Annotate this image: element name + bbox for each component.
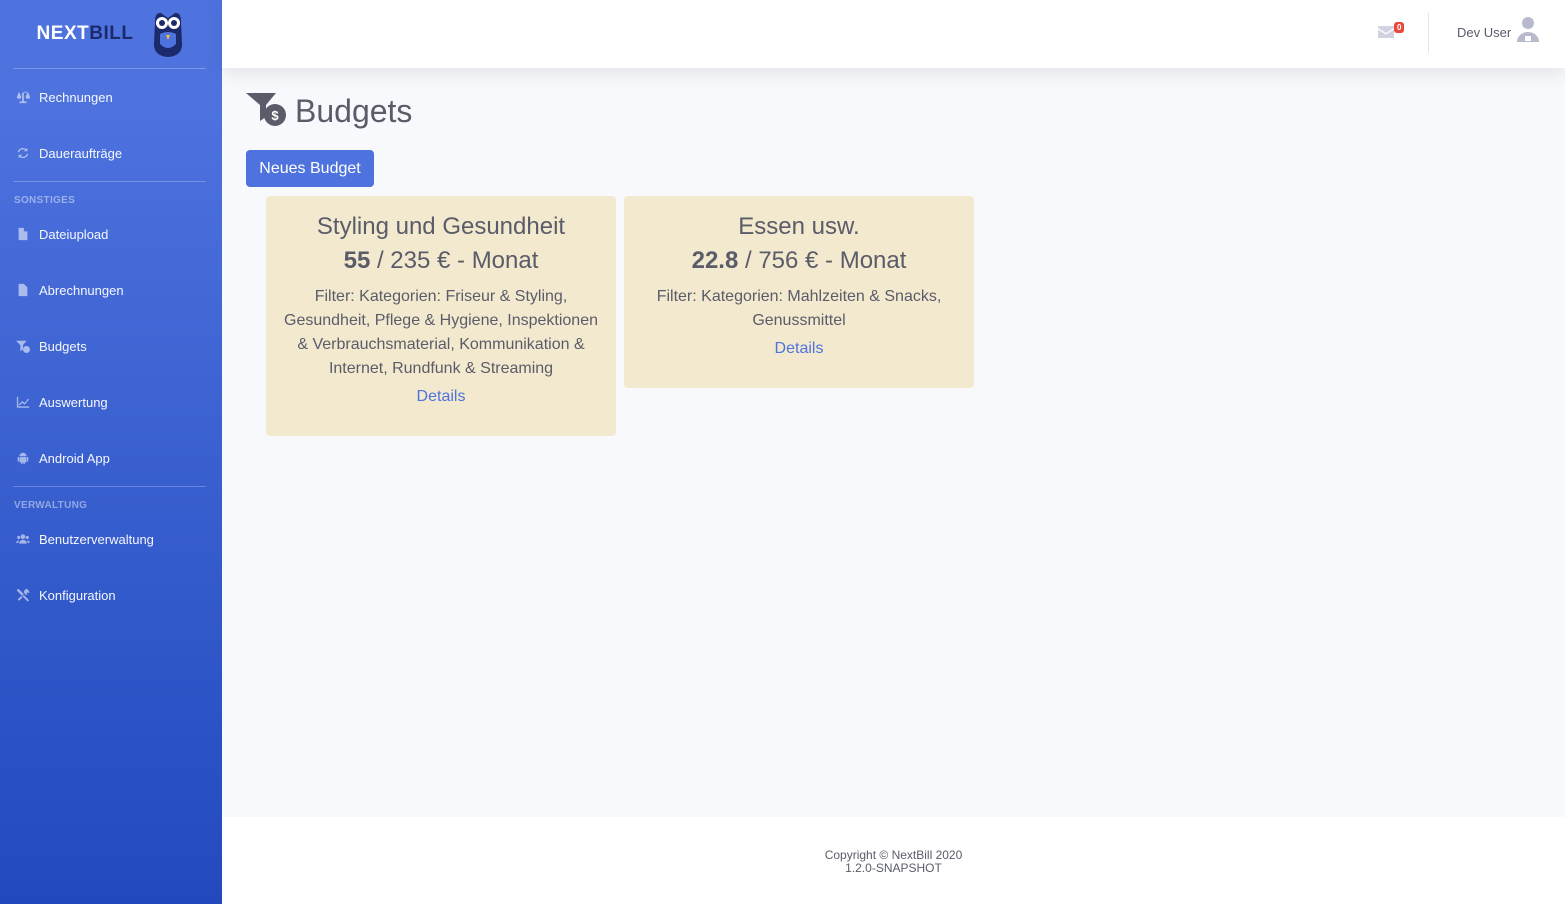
chart-line-icon: [14, 395, 32, 409]
sidebar-item-auswertung[interactable]: Auswertung: [0, 374, 222, 430]
budget-limit: / 756 € - Monat: [738, 247, 907, 274]
user-avatar-icon[interactable]: [1516, 16, 1540, 42]
sidebar-item-label: Abrechnungen: [39, 282, 124, 298]
budget-amount: 22.8 / 756 € - Monat: [624, 247, 974, 275]
sidebar-item-label: Dateiupload: [39, 226, 109, 242]
sidebar-item-dateiupload[interactable]: Dateiupload: [0, 206, 222, 262]
user-name[interactable]: Dev User: [1457, 25, 1511, 40]
sidebar-item-label: Benutzerverwaltung: [39, 531, 154, 547]
new-budget-button[interactable]: Neues Budget: [246, 150, 374, 187]
balance-scale-icon: [14, 90, 32, 104]
budget-title: Essen usw.: [738, 213, 860, 240]
budget-details-link[interactable]: Details: [266, 388, 616, 406]
page-title: Budgets: [295, 93, 413, 129]
sidebar-item-label: Android App: [39, 450, 110, 466]
svg-text:$: $: [271, 108, 279, 123]
page-heading: $ Budgets: [246, 91, 412, 132]
sync-icon: [14, 146, 32, 160]
funnel-dollar-icon: $: [246, 91, 295, 132]
sidebar-item-label: Rechnungen: [39, 89, 113, 105]
sidebar-item-abrechnungen[interactable]: Abrechnungen: [0, 262, 222, 318]
topbar: 0 Dev User: [222, 0, 1565, 68]
users-icon: [14, 532, 32, 546]
budget-spent: 22.8: [691, 247, 739, 274]
sidebar-heading-verwaltung: VERWALTUNG: [14, 500, 88, 511]
topbar-divider: [1428, 13, 1429, 53]
file-invoice-icon: [14, 283, 32, 297]
budget-filter: Filter: Kategorien: Friseur & Styling, G…: [284, 288, 598, 377]
sidebar-item-label: Auswertung: [39, 394, 108, 410]
budget-details-link[interactable]: Details: [624, 340, 974, 358]
sidebar-item-label: Konfiguration: [39, 587, 116, 603]
brand-name: NEXTBILL: [36, 23, 134, 44]
sidebar-item-benutzerverwaltung[interactable]: Benutzerverwaltung: [0, 511, 222, 567]
sidebar: NEXTBILL Rechnungen Daueraufträge SONSTI…: [0, 0, 222, 904]
owl-logo-icon: [151, 10, 185, 58]
file-icon: [14, 227, 32, 241]
sidebar-item-dauerauftraege[interactable]: Daueraufträge: [0, 125, 222, 181]
funnel-dollar-icon: [14, 339, 32, 353]
sidebar-item-budgets[interactable]: Budgets: [0, 318, 222, 374]
budget-card: Styling und Gesundheit 55 / 235 € - Mona…: [266, 196, 616, 436]
sidebar-item-rechnungen[interactable]: Rechnungen: [0, 69, 222, 125]
sidebar-item-android-app[interactable]: Android App: [0, 430, 222, 486]
budget-title: Styling und Gesundheit: [316, 213, 566, 240]
budget-card: Essen usw. 22.8 / 756 € - Monat Filter: …: [624, 196, 974, 388]
tools-icon: [14, 588, 32, 602]
sidebar-item-label: Daueraufträge: [39, 145, 123, 161]
budget-amount: 55 / 235 € - Monat: [266, 247, 616, 275]
budget-limit: / 235 € - Monat: [370, 247, 539, 274]
version-text: 1.2.0-SNAPSHOT: [845, 861, 942, 875]
message-count-badge: 0: [1394, 22, 1405, 33]
envelope-icon[interactable]: [1378, 25, 1394, 38]
sidebar-heading-sonstiges: SONSTIGES: [14, 195, 76, 206]
sidebar-item-label: Budgets: [39, 338, 87, 354]
budget-filter: Filter: Kategorien: Mahlzeiten & Snacks,…: [656, 288, 942, 329]
android-icon: [14, 451, 32, 465]
sidebar-item-konfiguration[interactable]: Konfiguration: [0, 567, 222, 623]
brand[interactable]: NEXTBILL: [0, 0, 222, 68]
footer: Copyright © NextBill 2020 1.2.0-SNAPSHOT: [222, 817, 1565, 904]
budget-spent: 55: [343, 247, 371, 274]
